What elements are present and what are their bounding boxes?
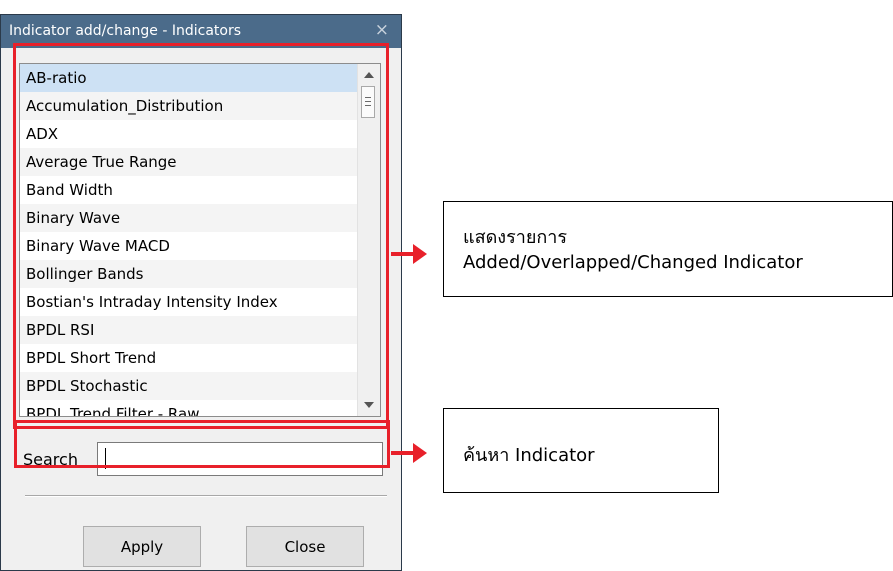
divider xyxy=(25,495,387,497)
search-highlight-frame xyxy=(14,420,390,468)
list-callout-line1: แสดงรายการ xyxy=(463,227,568,248)
search-callout-text: ค้นหา Indicator xyxy=(463,445,595,466)
apply-button[interactable]: Apply xyxy=(83,526,201,567)
list-highlight-frame xyxy=(13,43,389,429)
dialog-title: Indicator add/change - Indicators xyxy=(9,23,242,39)
close-icon[interactable]: × xyxy=(375,20,389,40)
search-callout: ค้นหา Indicator xyxy=(443,408,719,493)
right-arrow-icon xyxy=(391,244,427,264)
right-arrow-icon xyxy=(391,443,427,463)
list-callout: แสดงรายการ Added/Overlapped/Changed Indi… xyxy=(443,201,893,297)
close-button[interactable]: Close xyxy=(246,526,364,567)
list-callout-line2: Added/Overlapped/Changed Indicator xyxy=(463,252,803,273)
